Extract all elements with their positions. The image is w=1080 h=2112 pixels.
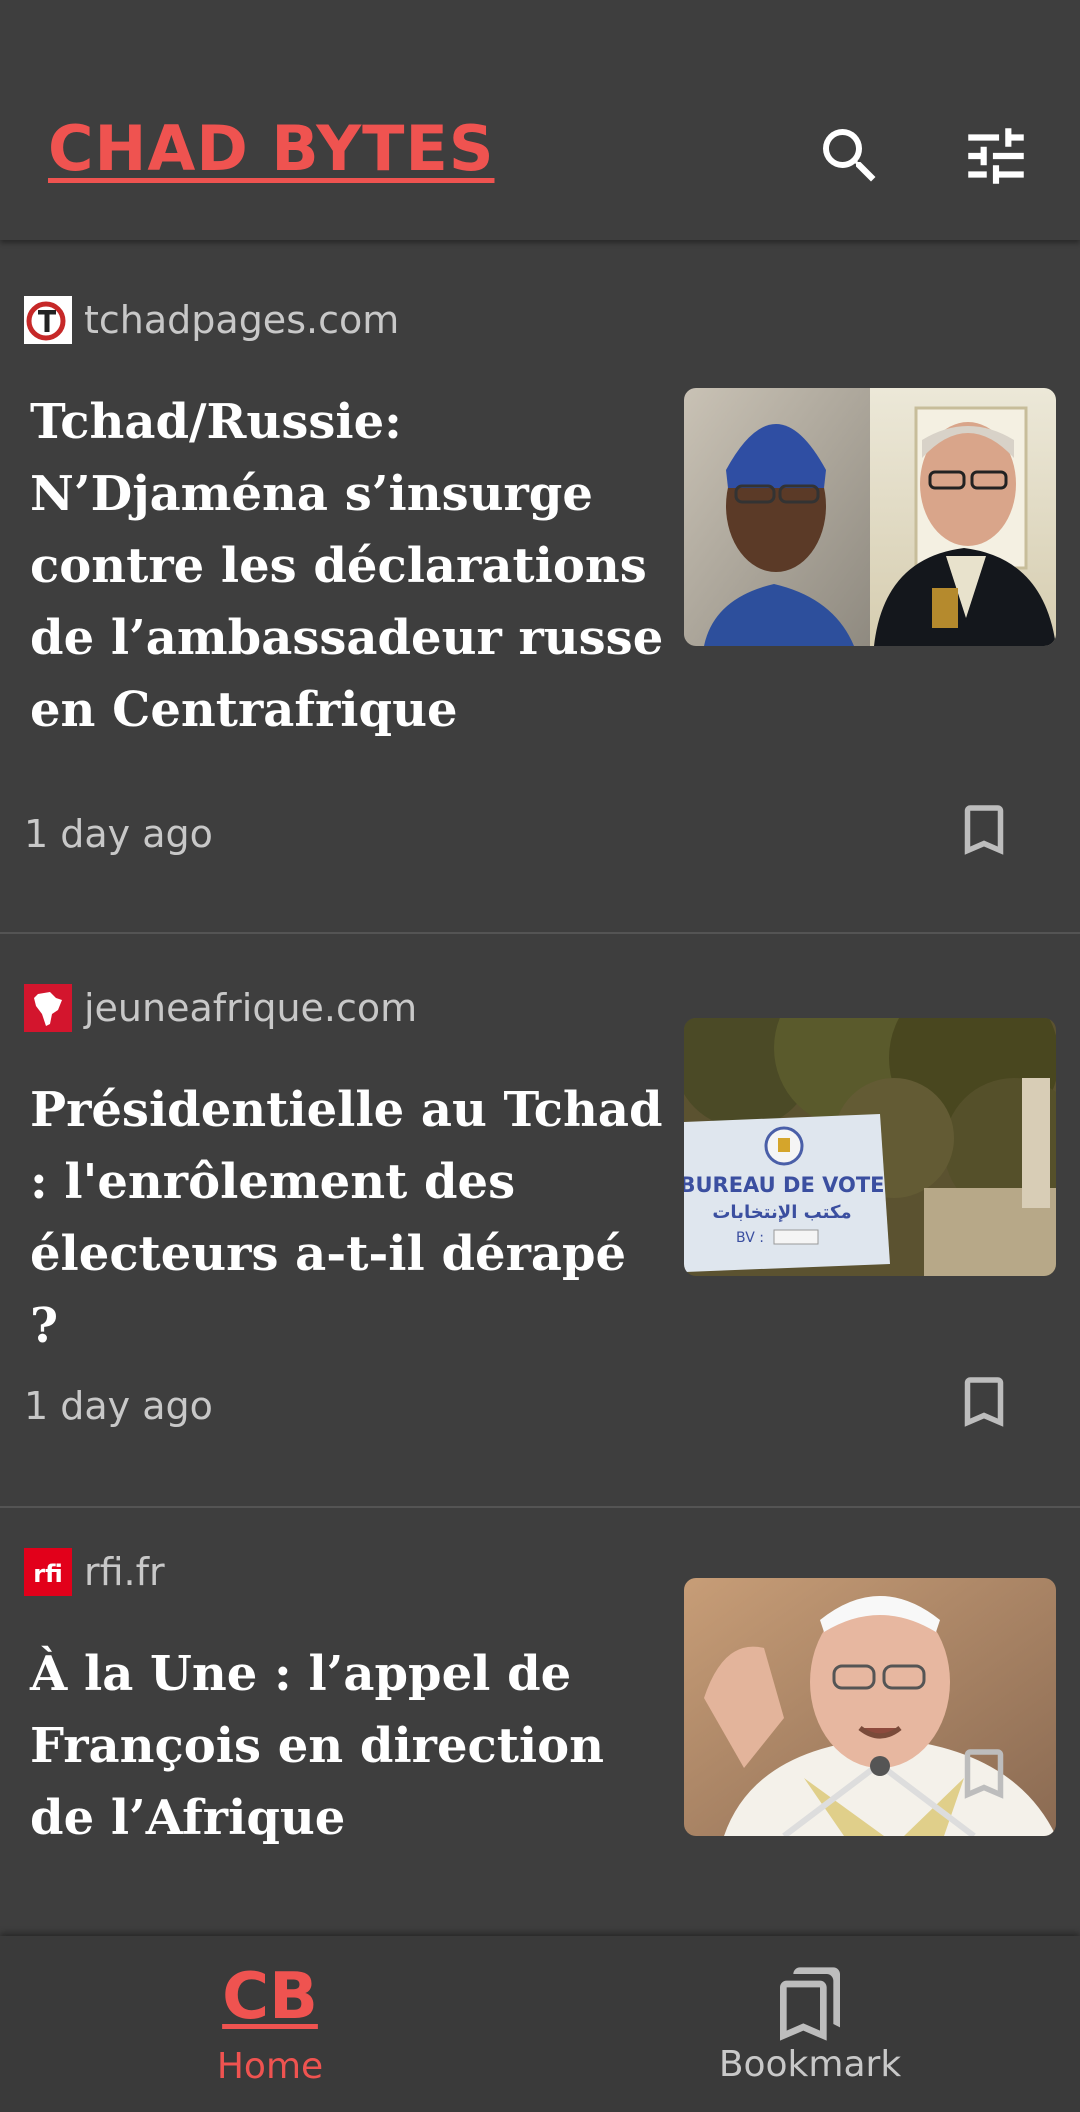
article-thumbnail[interactable]: BUREAU DE VOTE مكتب الإنتخابات BV :	[684, 1018, 1056, 1276]
home-logo-icon: CB	[222, 1960, 318, 2034]
article-card[interactable]: jeuneafrique.com Présidentielle au Tchad…	[0, 934, 1080, 1506]
source-name: rfi.fr	[84, 1550, 165, 1594]
search-icon	[823, 129, 876, 182]
svg-text:rfi: rfi	[33, 1560, 63, 1588]
source-row: rfi rfi.fr	[24, 1548, 165, 1596]
news-feed[interactable]: tchadpages.com Tchad/Russie: N’Djaména s…	[0, 244, 1080, 1936]
article-headline[interactable]: À la Une : l’appel de François en direct…	[30, 1638, 670, 1854]
nav-home-label: Home	[216, 2046, 324, 2087]
nav-home-tab[interactable]: CB Home	[0, 1936, 540, 2112]
bookmark-outline-icon	[964, 1749, 1004, 1799]
nav-bookmark-tab[interactable]: Bookmark	[540, 1936, 1080, 2112]
bookmark-outline-icon	[964, 805, 1004, 855]
article-card[interactable]: rfi rfi.fr À la Une : l’appel de Françoi…	[0, 1508, 1080, 1936]
bookmark-button[interactable]	[944, 790, 1024, 870]
bookmarks-icon	[780, 1967, 840, 2041]
rfi-favicon-icon: rfi	[24, 1548, 72, 1596]
jeuneafrique-favicon-icon	[24, 984, 72, 1032]
source-name: tchadpages.com	[84, 298, 400, 342]
article-thumbnail[interactable]	[684, 388, 1056, 646]
thumbnail-caption-3: BV :	[736, 1230, 764, 1246]
article-headline[interactable]: Présidentielle au Tchad : l'enrôlement d…	[30, 1074, 670, 1362]
app-bar: CHAD BYTES	[0, 0, 1080, 240]
nav-bookmark-label: Bookmark	[718, 2044, 902, 2085]
article-card[interactable]: tchadpages.com Tchad/Russie: N’Djaména s…	[0, 244, 1080, 932]
article-headline[interactable]: Tchad/Russie: N’Djaména s’insurge contre…	[30, 386, 670, 746]
search-button[interactable]	[810, 116, 890, 196]
tune-sliders-icon	[968, 128, 1024, 184]
app-title[interactable]: CHAD BYTES	[48, 112, 494, 185]
tchadpages-favicon-icon	[24, 296, 72, 344]
source-name: jeuneafrique.com	[84, 986, 418, 1030]
article-time: 1 day ago	[24, 812, 213, 856]
bookmark-button[interactable]	[944, 1734, 1024, 1814]
thumbnail-caption-1: BUREAU DE VOTE	[684, 1173, 885, 1197]
source-row: jeuneafrique.com	[24, 984, 417, 1032]
filter-button[interactable]	[956, 116, 1036, 196]
bookmark-button[interactable]	[944, 1362, 1024, 1442]
article-time: 1 day ago	[24, 1384, 213, 1428]
bottom-navigation: CB Home Bookmark	[0, 1936, 1080, 2112]
bookmark-outline-icon	[964, 1377, 1004, 1427]
thumbnail-caption-2: مكتب الإنتخابات	[712, 1202, 851, 1223]
source-row: tchadpages.com	[24, 296, 399, 344]
